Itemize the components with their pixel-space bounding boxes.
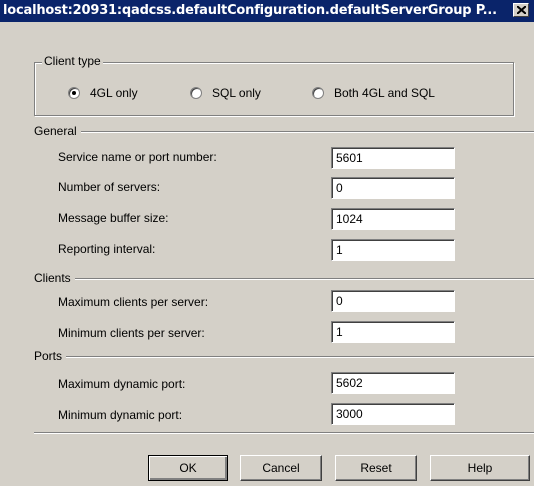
min-dynamic-port-label: Minimum dynamic port: <box>58 408 183 422</box>
client-type-caption: Client type <box>42 54 103 68</box>
reset-button[interactable]: Reset <box>335 455 417 481</box>
min-clients-per-server-label: Minimum clients per server: <box>58 326 205 340</box>
radio-label: 4GL only <box>90 86 138 100</box>
number-of-servers-input[interactable]: 0 <box>331 177 455 199</box>
max-dynamic-port-label: Maximum dynamic port: <box>58 377 186 391</box>
close-icon <box>517 6 526 14</box>
server-group-properties-dialog: localhost:20931:qadcss.defaultConfigurat… <box>0 0 534 486</box>
message-buffer-size-input[interactable]: 1024 <box>331 208 455 230</box>
radio-selected-icon <box>68 87 80 99</box>
min-dynamic-port-input[interactable]: 3000 <box>331 403 455 425</box>
ports-section-label: Ports <box>34 349 67 363</box>
radio-unselected-icon <box>190 87 202 99</box>
number-of-servers-label: Number of servers: <box>58 180 161 194</box>
title-bar[interactable]: localhost:20931:qadcss.defaultConfigurat… <box>0 0 534 22</box>
general-section-label: General <box>34 124 81 138</box>
ok-button[interactable]: OK <box>148 455 228 481</box>
cancel-button[interactable]: Cancel <box>240 455 322 481</box>
reporting-interval-input[interactable]: 1 <box>331 239 455 261</box>
radio-label: SQL only <box>212 86 261 100</box>
general-divider <box>34 131 534 133</box>
reporting-interval-label: Reporting interval: <box>58 242 156 256</box>
min-clients-per-server-input[interactable]: 1 <box>331 321 455 343</box>
radio-unselected-icon <box>312 87 324 99</box>
button-bar-divider <box>34 432 534 434</box>
service-name-input[interactable]: 5601 <box>331 147 455 169</box>
radio-label: Both 4GL and SQL <box>334 86 435 100</box>
max-clients-per-server-input[interactable]: 0 <box>331 290 455 312</box>
window-title: localhost:20931:qadcss.defaultConfigurat… <box>3 3 497 18</box>
max-clients-per-server-label: Maximum clients per server: <box>58 295 209 309</box>
clients-divider <box>34 278 534 280</box>
clients-section-label: Clients <box>34 271 75 285</box>
close-button[interactable] <box>513 3 529 17</box>
max-dynamic-port-input[interactable]: 5602 <box>331 372 455 394</box>
ports-divider <box>34 356 534 358</box>
message-buffer-size-label: Message buffer size: <box>58 211 169 225</box>
service-name-label: Service name or port number: <box>58 150 217 164</box>
help-button[interactable]: Help <box>430 455 530 481</box>
